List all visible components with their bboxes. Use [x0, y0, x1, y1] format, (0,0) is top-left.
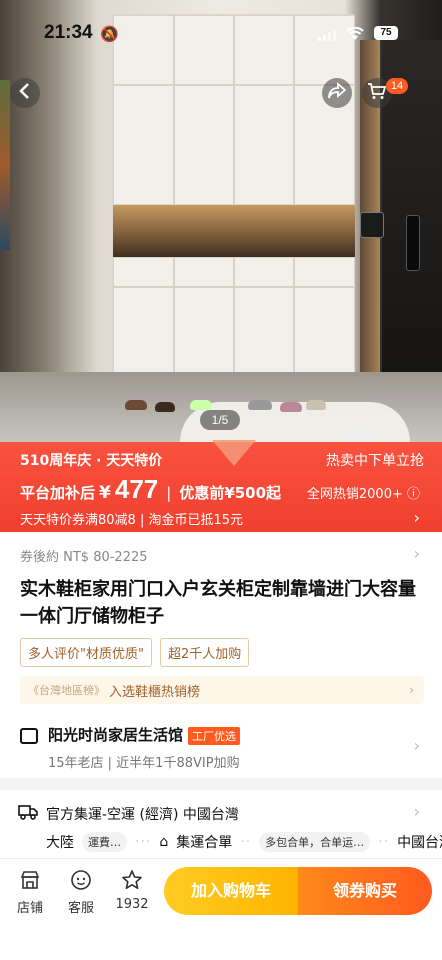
store-icon [20, 728, 38, 744]
back-button[interactable] [10, 78, 40, 108]
hot-sales: 全网热销2000+ ⓘ [306, 487, 420, 502]
wifi-icon [346, 26, 364, 45]
cart-count-badge: 14 [386, 78, 408, 94]
price-separator: | [166, 484, 172, 502]
chevron-right-icon: › [413, 544, 420, 563]
status-bar: 21:34 🔕 75 [0, 0, 442, 52]
share-icon [327, 81, 347, 105]
service-button[interactable]: 客服 [61, 869, 101, 916]
status-time: 21:34 [44, 22, 93, 43]
coupon-price[interactable]: 券後約 NT$ 80-2225 [20, 546, 148, 565]
cart-icon [367, 82, 387, 105]
price-row: 平台加补后 ¥ 477 | 优惠前¥500起 [20, 474, 281, 505]
promo-banner[interactable]: 510周年庆 · 天天特价 热卖中下单立抢 平台加补后 ¥ 477 | 优惠前¥… [0, 440, 442, 532]
chevron-right-icon: › [413, 802, 420, 821]
chevron-right-icon: › [409, 683, 414, 697]
favorite-count: 1932 [115, 897, 149, 912]
image-counter: 1/5 [200, 410, 240, 430]
promo-event: 510周年庆 · 天天特价 [20, 453, 163, 469]
arrow-down-icon [212, 440, 256, 466]
route-consolidate: 集運合單 [176, 835, 233, 851]
wall-art [0, 80, 10, 250]
ranking-link[interactable]: 《台灣地區榜》 入选鞋櫃热销榜 › [20, 676, 424, 704]
shoe-cabinet [112, 14, 355, 394]
bell-muted-icon: 🔕 [100, 25, 119, 43]
original-price: 优惠前¥500起 [179, 484, 282, 502]
final-price: 477 [114, 474, 159, 504]
currency-symbol: ¥ [99, 483, 111, 503]
shipping-section[interactable]: 官方集運-空運 (經濟) 中國台灣 › 大陸 運費… ··· ⌂ 集運合單 ·· … [0, 790, 442, 858]
route-step-fee: 運費… [82, 832, 127, 852]
subsidy-label: 平台加补后 [20, 484, 96, 502]
display-niche [113, 205, 355, 257]
store-button[interactable]: 店铺 [10, 869, 50, 916]
rank-text: 入选鞋櫃热销榜 [109, 684, 201, 700]
shipping-method: 官方集運-空運 (經濟) 中國台灣 [46, 807, 239, 823]
buy-with-coupon-button[interactable]: 领券购买 [298, 867, 432, 915]
route-to: 中國台灣 [397, 835, 442, 851]
product-tags: 多人评价"材质优质" 超2千人加购 [20, 638, 250, 667]
shop-name[interactable]: 阳光时尚家居生活馆 [48, 724, 183, 745]
factory-badge: 工厂优选 [188, 727, 240, 745]
store-label: 店铺 [16, 901, 43, 916]
tag-material[interactable]: 多人评价"材质优质" [20, 638, 152, 667]
share-button[interactable] [322, 78, 352, 108]
chevron-right-icon: › [413, 736, 420, 755]
truck-icon [18, 804, 38, 824]
shipping-route: 大陸 運費… ··· ⌂集運合單 ·· 多包合单，合单运… ·· 中國台灣 [46, 832, 442, 852]
rank-region: 《台灣地區榜》 [28, 684, 105, 697]
coupon-line: 天天特价券满80减8 | 淘金币已抵15元 [20, 513, 243, 528]
product-title: 实木鞋柜家用门口入户玄关柜定制靠墙进门大容量一体门厅储物柜子 [20, 579, 416, 627]
route-from: 大陸 [46, 835, 74, 851]
bottom-action-bar: 店铺 客服 1932 加入购物车 领券购买 [0, 858, 442, 960]
route-step-merge: 多包合单，合单运… [259, 832, 371, 852]
tag-cart-count[interactable]: 超2千人加购 [159, 638, 250, 667]
chevron-right-icon: › [413, 508, 420, 527]
service-label: 客服 [67, 901, 94, 916]
shop-stats: 15年老店 | 近半年1千88VIP加购 [48, 756, 240, 771]
star-icon [112, 869, 152, 897]
chevron-left-icon [18, 82, 32, 105]
product-info-card: 券後約 NT$ 80-2225 › 实木鞋柜家用门口入户玄关柜定制靠墙进门大容量… [0, 532, 442, 778]
store-icon [10, 869, 50, 897]
chat-face-icon [61, 869, 101, 897]
home-icon: ⌂ [159, 834, 169, 850]
add-to-cart-button[interactable]: 加入购物车 [164, 867, 298, 915]
battery-indicator: 75 [374, 26, 398, 40]
product-image-gallery[interactable]: 21:34 🔕 75 14 1/5 [0, 0, 442, 442]
favorite-button[interactable]: 1932 [112, 869, 152, 912]
wall-control-panel [360, 212, 384, 238]
promo-right-text: 热卖中下单立抢 [326, 453, 424, 469]
signal-icon [318, 30, 336, 41]
smart-lock [406, 215, 420, 271]
